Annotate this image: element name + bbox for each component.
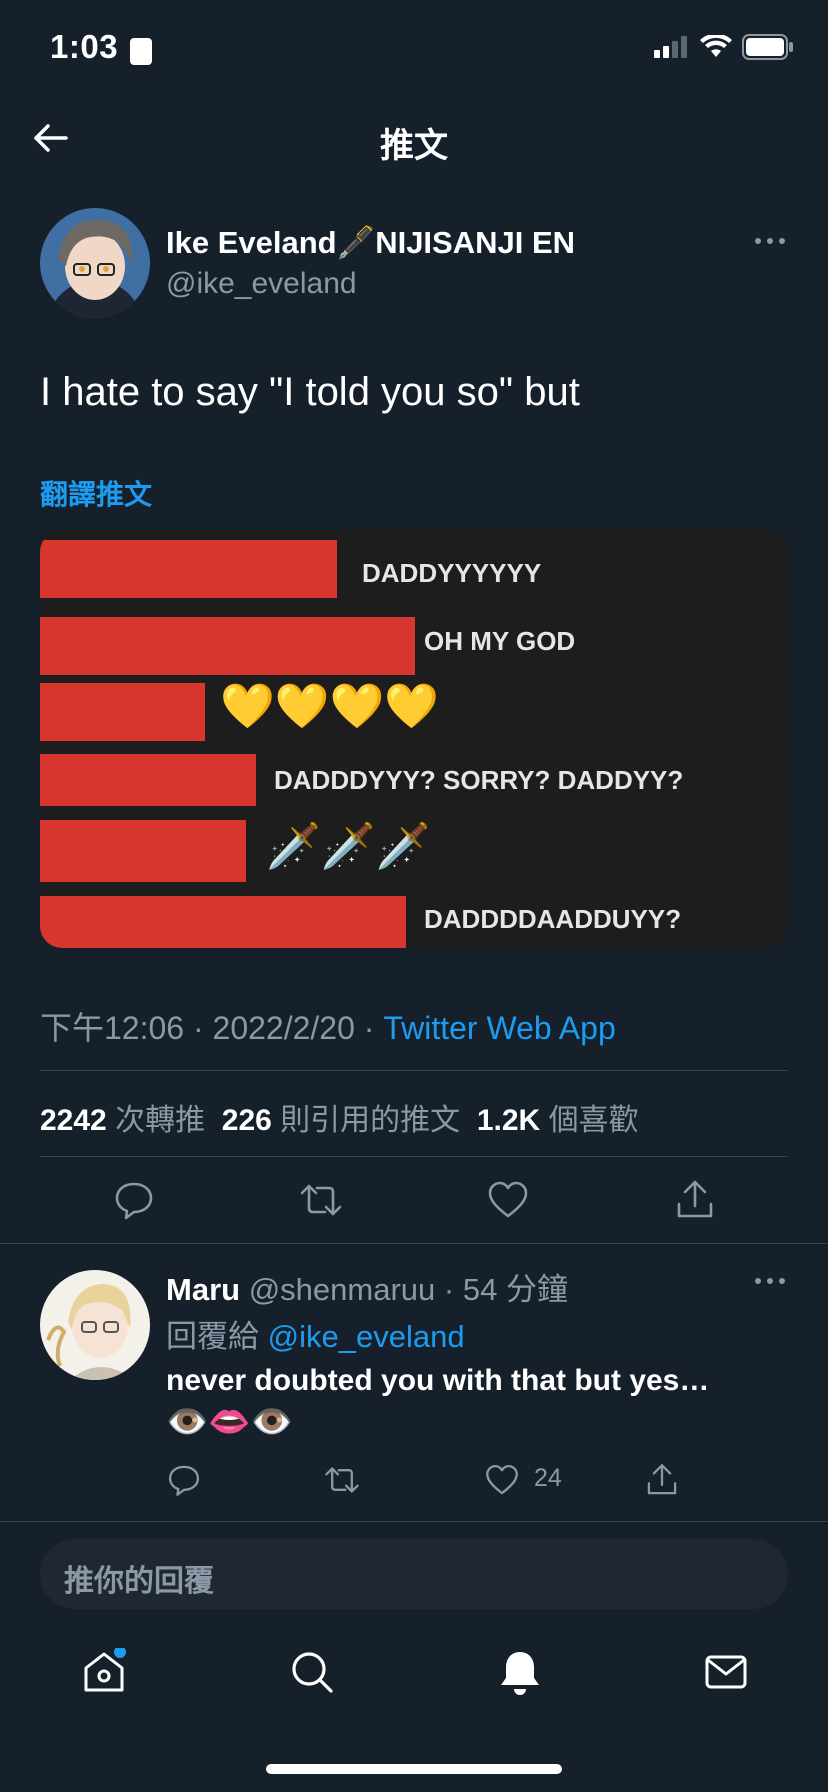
- meta-separator: ·: [192, 1010, 204, 1046]
- replying-to-label: 回覆給: [166, 1319, 259, 1354]
- search-icon[interactable]: [288, 1648, 336, 1696]
- author-avatar[interactable]: [40, 208, 150, 318]
- tweet-meta: 下午12:06 · 2022/2/20 · Twitter Web App: [40, 1003, 616, 1049]
- contact-card-icon: [130, 38, 152, 65]
- chat-line-6: DADDDDAADDUYY?: [424, 904, 682, 934]
- author-name[interactable]: Ike Eveland🖋️NIJISANJI EN: [166, 224, 575, 261]
- redaction-bar: [40, 683, 205, 741]
- share-icon[interactable]: [644, 1462, 680, 1498]
- reply-author-handle[interactable]: @shenmaruu: [249, 1272, 436, 1307]
- translate-tweet-link[interactable]: 翻譯推文: [40, 473, 152, 513]
- redaction-bar: [40, 820, 246, 882]
- page-title: 推文: [380, 127, 448, 165]
- avatar-illustration: [40, 208, 150, 318]
- tweet-source-link[interactable]: Twitter Web App: [383, 1010, 615, 1046]
- composer-placeholder: 推你的回覆: [64, 1565, 214, 1598]
- more-options-icon[interactable]: [755, 238, 785, 248]
- divider: [40, 1070, 788, 1071]
- chat-line-4: DADDDYYY? SORRY? DADDYY?: [274, 765, 684, 795]
- divider: [0, 1521, 828, 1522]
- redaction-bar: [40, 540, 337, 598]
- redaction-bar: [40, 896, 406, 948]
- reply-composer-input[interactable]: 推你的回覆: [40, 1539, 788, 1609]
- notifications-icon[interactable]: [496, 1648, 544, 1696]
- reply-like-count: 24: [534, 1464, 562, 1492]
- quotes-stat[interactable]: 226 則引用的推文: [222, 1104, 460, 1137]
- tweet-text: I hate to say "I told you so" but: [40, 370, 580, 414]
- reply-time: 54 分鐘: [462, 1272, 568, 1307]
- redaction-bar: [40, 617, 415, 675]
- signal-icon: [654, 36, 687, 58]
- reply-more-options-icon[interactable]: [755, 1278, 785, 1288]
- avatar-illustration: [40, 1270, 150, 1380]
- reply-separator: ·: [443, 1272, 455, 1307]
- like-icon[interactable]: [484, 1462, 520, 1498]
- reply-actions: 24: [166, 1460, 746, 1500]
- retweet-icon[interactable]: [324, 1462, 360, 1498]
- meta-separator: ·: [363, 1010, 375, 1046]
- author-handle[interactable]: @ike_eveland: [166, 267, 357, 301]
- reply-header: Maru @shenmaruu · 54 分鐘: [166, 1264, 568, 1309]
- divider: [0, 1243, 828, 1244]
- reply-icon[interactable]: [112, 1178, 156, 1222]
- tweet-actions: [40, 1178, 788, 1222]
- tweet-date: 2022/2/20: [212, 1010, 355, 1046]
- status-time: 1:03: [50, 28, 119, 65]
- reply-author-avatar[interactable]: [40, 1270, 150, 1380]
- reply-text: never doubted you with that but yes…: [166, 1364, 710, 1397]
- reply-emoji: 👁️👄👁️: [166, 1402, 294, 1442]
- chat-line-1: DADDYYYYYY: [362, 558, 542, 588]
- reply-icon[interactable]: [166, 1462, 202, 1498]
- messages-icon[interactable]: [702, 1648, 750, 1696]
- like-icon[interactable]: [486, 1178, 530, 1222]
- home-indicator[interactable]: [266, 1764, 562, 1774]
- retweets-stat[interactable]: 2242 次轉推: [40, 1104, 205, 1137]
- bottom-tab-bar: [0, 1648, 828, 1708]
- battery-icon: [742, 34, 793, 60]
- replying-to-handle[interactable]: @ike_eveland: [268, 1319, 465, 1354]
- chat-line-5: 🗡️🗡️🗡️: [266, 821, 431, 872]
- status-icons: [654, 34, 794, 60]
- tweet-time: 下午12:06: [40, 1010, 185, 1046]
- tweet-stats: 2242 次轉推 226 則引用的推文 1.2K 個喜歡: [40, 1095, 639, 1139]
- replying-to: 回覆給 @ike_eveland: [166, 1311, 465, 1356]
- retweet-icon[interactable]: [299, 1178, 343, 1222]
- chat-line-2: OH MY GOD: [424, 626, 576, 656]
- divider: [40, 1156, 788, 1157]
- chat-line-3: 💛💛💛💛: [220, 681, 440, 732]
- share-icon[interactable]: [673, 1178, 717, 1222]
- home-icon[interactable]: [80, 1648, 128, 1696]
- redaction-bar: [40, 754, 256, 806]
- likes-stat[interactable]: 1.2K 個喜歡: [477, 1104, 639, 1137]
- tweet-media-image[interactable]: DADDYYYYYY OH MY GOD 💛💛💛💛 DADDDYYY? SORR…: [40, 530, 788, 948]
- reply-author-name[interactable]: Maru: [166, 1272, 240, 1307]
- wifi-icon: [700, 35, 732, 57]
